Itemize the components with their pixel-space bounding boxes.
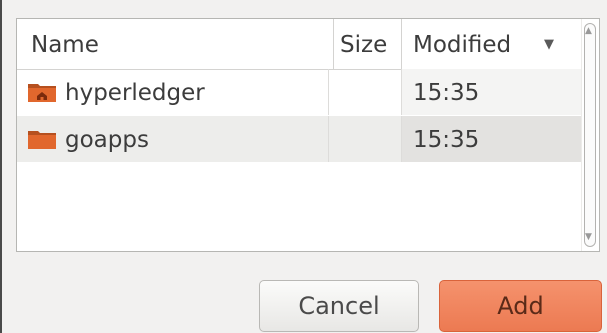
file-row[interactable]: hyperledger 15:35 [17,69,584,115]
add-folder-dialog: Name Size Modified ▼ hyperledger 15:35 g… [0,0,607,333]
file-list-header: Name Size Modified ▼ [17,19,584,70]
sort-descending-icon: ▼ [544,37,554,52]
file-list[interactable]: Name Size Modified ▼ hyperledger 15:35 g… [16,18,600,252]
file-row[interactable]: goapps 15:35 [17,116,584,162]
add-button[interactable]: Add [439,280,602,332]
column-header-modified[interactable]: Modified [401,19,584,69]
file-modified: 15:35 [401,116,584,162]
column-header-name[interactable]: Name [17,19,333,69]
file-modified: 15:35 [401,69,584,115]
file-size [328,116,401,162]
scroll-up-icon[interactable]: ▲ [585,27,592,36]
scroll-down-icon[interactable]: ▼ [585,233,592,242]
column-header-size[interactable]: Size [333,19,401,69]
file-size [328,69,401,115]
scrollbar-thumb[interactable] [584,23,596,247]
file-name: hyperledger [65,80,205,106]
file-name: goapps [65,127,149,153]
cancel-button[interactable]: Cancel [259,280,419,332]
vertical-scrollbar[interactable]: ▲ ▼ [581,19,599,251]
column-header-modified-label: Modified [413,32,512,58]
